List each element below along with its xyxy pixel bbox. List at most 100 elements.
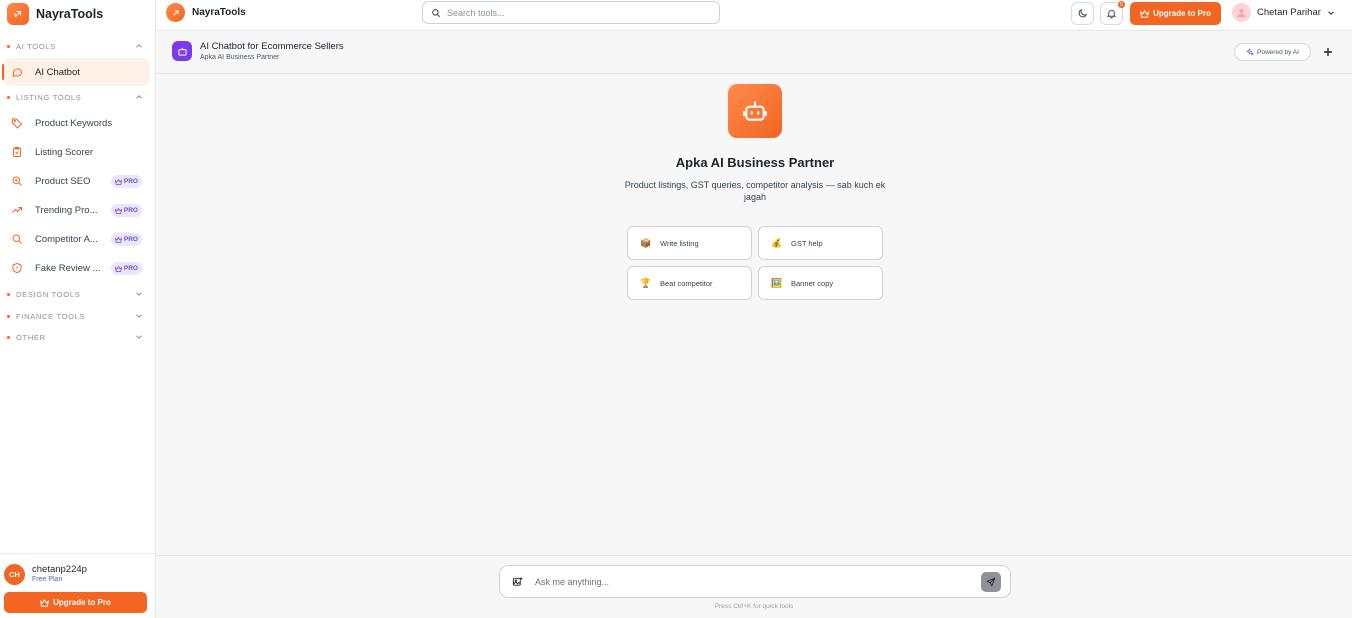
upgrade-label: Upgrade to Pro (1153, 9, 1211, 18)
section-label: LISTING TOOLS (16, 92, 82, 102)
powered-by-ai-badge[interactable]: Powered by AI (1234, 43, 1311, 61)
send-button[interactable] (981, 572, 1001, 592)
nayratools-logo-icon (7, 3, 29, 25)
sidebar-upgrade-button[interactable]: Upgrade to Pro (4, 592, 147, 613)
image-upload-icon[interactable] (512, 576, 523, 587)
plus-icon (1324, 48, 1332, 56)
section-design-tools[interactable]: DESIGN TOOLS (7, 288, 147, 300)
crown-icon (40, 598, 50, 607)
trending-up-icon (11, 204, 23, 216)
clipboard-check-icon (11, 146, 23, 158)
search-icon (432, 8, 441, 17)
moon-icon (1078, 8, 1088, 18)
shortcut-hint: Press Ctrl+K for quick tools (714, 603, 794, 610)
money-bag-icon: 💰 (771, 237, 783, 248)
pro-badge: PRO (110, 233, 142, 246)
sparkles-icon (1246, 48, 1255, 56)
chat-bubble-icon (11, 66, 23, 78)
notification-badge: 5 (1117, 0, 1126, 9)
chevron-down-icon (136, 292, 142, 296)
shield-icon (11, 262, 23, 274)
search-input[interactable] (447, 7, 697, 18)
crown-icon (114, 236, 122, 243)
sidebar-brand[interactable]: NayraTools (7, 3, 103, 25)
hero-bot-icon (728, 84, 782, 138)
crown-icon (1140, 9, 1150, 18)
section-label: AI TOOLS (16, 41, 56, 51)
plan-label: Free Plan (32, 576, 63, 583)
suggestion-beat-competitor[interactable]: 🏆 Beat competitor (627, 266, 752, 300)
sidebar-item-label: Product SEO (35, 175, 91, 187)
chat-message-input[interactable] (535, 574, 975, 590)
pro-badge: PRO (110, 175, 142, 188)
topbar-upgrade-button[interactable]: Upgrade to Pro (1130, 2, 1221, 25)
search-bar[interactable] (422, 1, 720, 24)
user-menu[interactable]: Chetan Parihar (1232, 3, 1335, 22)
notifications-button[interactable]: 5 (1100, 0, 1126, 25)
hero-subtitle: Product listings, GST queries, competito… (624, 180, 886, 202)
sidebar-footer: CH chetanp224p Free Plan Upgrade to Pro (0, 553, 155, 618)
pro-badge: PRO (110, 262, 142, 275)
sidebar-item-label: Listing Scorer (35, 146, 94, 158)
pro-badge: PRO (110, 204, 142, 217)
sidebar-item-ai-chatbot[interactable]: AI Chatbot (2, 58, 150, 86)
avatar[interactable]: CH (4, 564, 25, 585)
sidebar-item-label: AI Chatbot (35, 66, 80, 78)
suggestion-gst-help[interactable]: 💰 GST help (758, 226, 883, 260)
tag-icon (11, 117, 23, 129)
topbar-brand[interactable]: NayraTools (166, 3, 246, 22)
package-icon: 📦 (640, 237, 652, 248)
section-label: FINANCE TOOLS (16, 311, 86, 321)
nayratools-logo-icon (166, 3, 185, 22)
section-other[interactable]: OTHER (7, 331, 147, 343)
chevron-down-icon (136, 314, 142, 318)
trophy-icon: 🏆 (640, 277, 652, 288)
hero-title: Apka AI Business Partner (675, 155, 835, 170)
suggestion-banner-copy[interactable]: 🖼️ Banner copy (758, 266, 883, 300)
chat-input-area: Press Ctrl+K for quick tools (156, 555, 1352, 618)
search-icon (11, 233, 23, 245)
section-listing-tools[interactable]: LISTING TOOLS (7, 91, 147, 103)
chevron-down-icon (1328, 10, 1334, 15)
upgrade-label: Upgrade to Pro (53, 598, 111, 607)
new-chat-button[interactable] (1320, 44, 1336, 60)
section-finance-tools[interactable]: FINANCE TOOLS (7, 310, 147, 322)
username: chetanp224p (32, 564, 87, 575)
app-name: NayraTools (36, 7, 104, 21)
sidebar-item-label: Competitor A... (35, 233, 98, 245)
section-ai-tools[interactable]: AI TOOLS (7, 40, 147, 52)
chat-title: AI Chatbot for Ecommerce Sellers (200, 41, 344, 52)
top-bar: NayraTools 5 Upgrade to Pro Chetan Parih… (156, 0, 1352, 31)
theme-toggle-button[interactable] (1071, 2, 1094, 25)
sidebar: NayraTools AI TOOLS AI Chatbot LISTING T… (0, 0, 156, 618)
sidebar-item-listing-scorer[interactable]: Listing Scorer (3, 138, 150, 166)
chat-header: AI Chatbot for Ecommerce Sellers Apka AI… (156, 31, 1352, 74)
sidebar-item-label: Fake Review ... (35, 262, 101, 274)
picture-icon: 🖼️ (771, 277, 783, 288)
sidebar-item-label: Product Keywords (35, 117, 113, 129)
sidebar-item-label: Trending Pro... (35, 204, 98, 216)
topbar-brand-name: NayraTools (192, 7, 246, 18)
bot-icon (172, 41, 192, 61)
section-label: DESIGN TOOLS (16, 289, 81, 299)
user-name: Chetan Parihar (1257, 7, 1321, 18)
chevron-up-icon (136, 95, 142, 99)
search-zoom-icon (11, 175, 23, 187)
sidebar-item-product-seo[interactable]: Product SEO PRO (3, 167, 150, 195)
chat-input-box[interactable] (499, 565, 1011, 598)
crown-icon (114, 265, 122, 272)
crown-icon (114, 178, 122, 185)
sidebar-item-competitor-analysis[interactable]: Competitor A... PRO (3, 225, 150, 253)
suggestion-label: GST help (791, 238, 823, 248)
suggestion-label: Beat competitor (660, 278, 713, 288)
send-icon (986, 577, 996, 587)
powered-label: Powered by AI (1257, 48, 1299, 56)
suggestion-write-listing[interactable]: 📦 Write listing (627, 226, 752, 260)
suggestion-label: Write listing (660, 238, 699, 248)
chevron-down-icon (136, 335, 142, 339)
sidebar-item-fake-review[interactable]: Fake Review ... PRO (3, 254, 150, 282)
sidebar-item-product-keywords[interactable]: Product Keywords (3, 109, 150, 137)
avatar (1232, 3, 1251, 22)
sidebar-item-trending-products[interactable]: Trending Pro... PRO (3, 196, 150, 224)
suggestion-label: Banner copy (791, 278, 834, 288)
